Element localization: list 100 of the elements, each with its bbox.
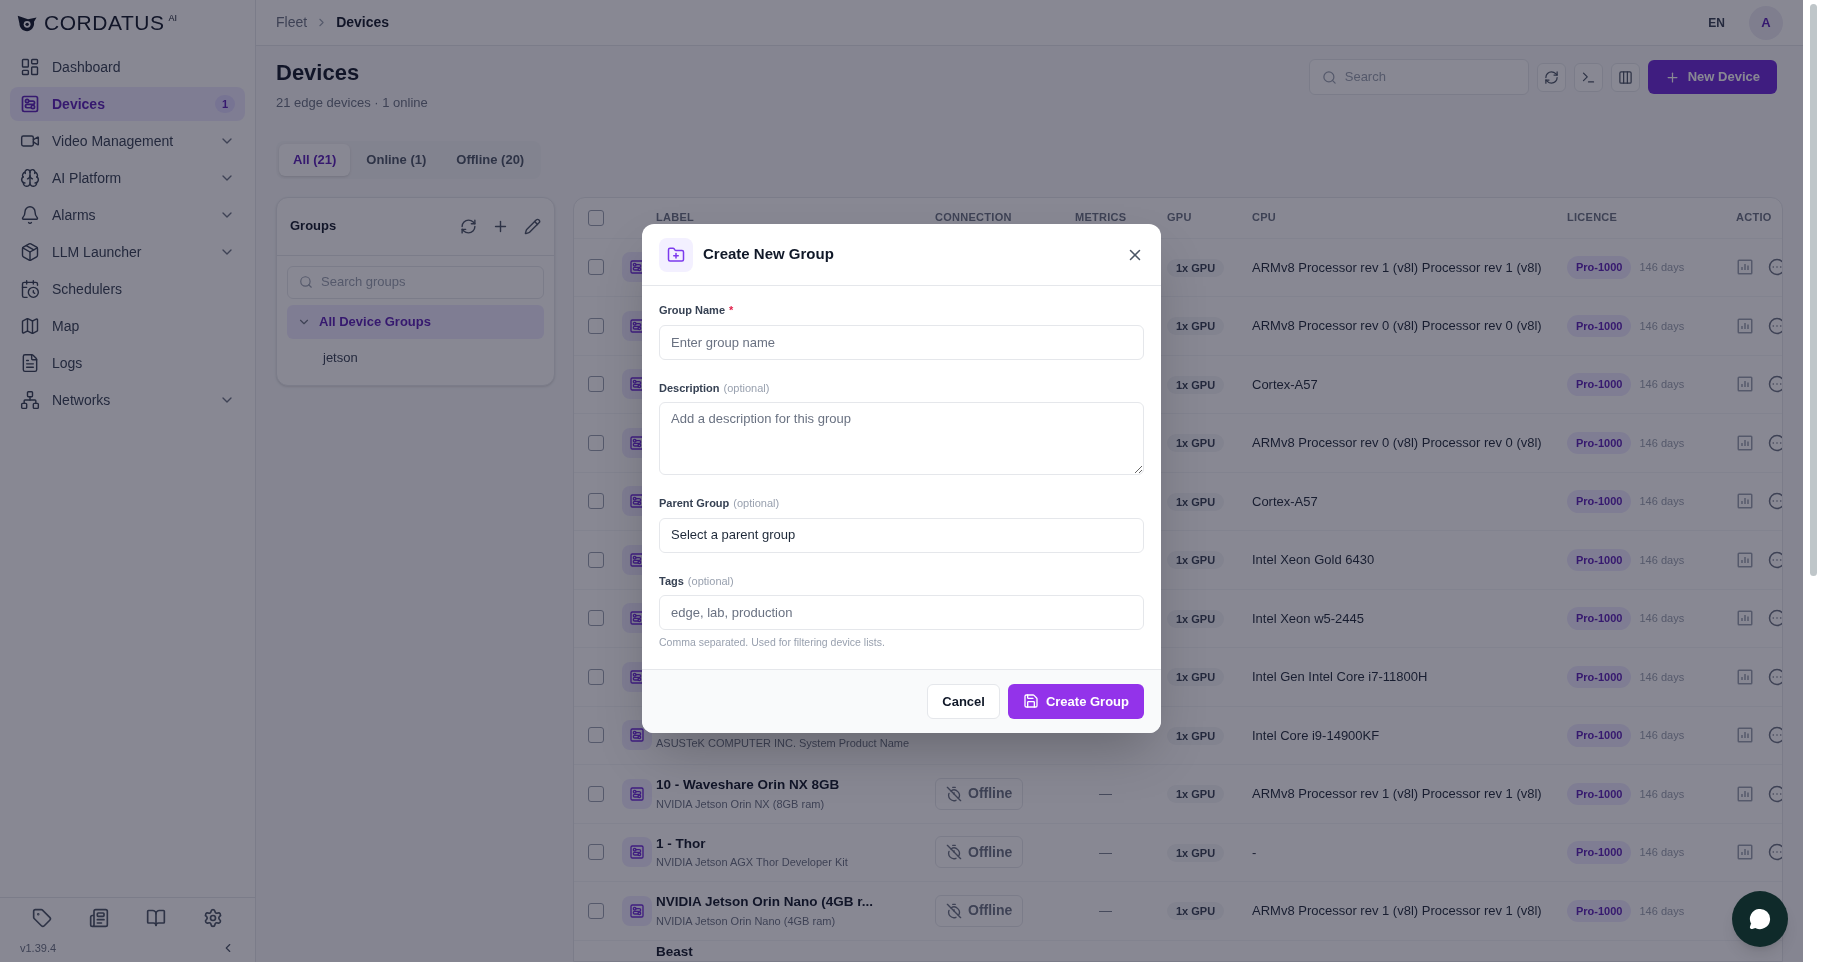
- column-header: CPU: [1252, 210, 1278, 226]
- device-name[interactable]: NVIDIA Jetson Orin Nano (4GB r...: [656, 892, 935, 913]
- row-checkbox[interactable]: [588, 727, 604, 744]
- refresh-icon[interactable]: [460, 217, 477, 235]
- newspaper-icon[interactable]: [89, 907, 110, 928]
- avatar[interactable]: A: [1749, 5, 1783, 40]
- columns-button[interactable]: [1610, 62, 1640, 92]
- licence-badge: Pro-1000: [1567, 373, 1632, 396]
- terminal-button[interactable]: [1573, 62, 1603, 92]
- edit-icon[interactable]: [524, 217, 541, 235]
- sidebar-item[interactable]: LLM Launcher: [10, 235, 245, 269]
- bar-chart-icon[interactable]: [1736, 667, 1754, 686]
- cancel-button[interactable]: Cancel: [927, 683, 1000, 719]
- language-button[interactable]: EN: [1708, 13, 1725, 32]
- bar-chart-icon[interactable]: [1736, 609, 1754, 628]
- more-icon[interactable]: [1768, 726, 1782, 745]
- settings-icon[interactable]: [202, 907, 223, 928]
- cpu-text: Cortex-A57: [1252, 493, 1318, 509]
- sidebar-item[interactable]: Video Management: [10, 124, 245, 158]
- tag-icon[interactable]: [32, 907, 53, 928]
- bar-chart-icon[interactable]: [1736, 550, 1754, 569]
- sidebar-item[interactable]: AI Platform: [10, 161, 245, 195]
- more-icon[interactable]: [1768, 550, 1782, 569]
- gpu-badge: 1x GPU: [1167, 317, 1225, 335]
- field-label: Parent Group: [659, 496, 730, 511]
- create-group-button[interactable]: Create Group: [1007, 683, 1144, 719]
- filter-tab[interactable]: All (21): [279, 143, 351, 176]
- row-checkbox[interactable]: [588, 610, 604, 627]
- device-name[interactable]: 10 - Waveshare Orin NX 8GB: [656, 775, 935, 796]
- more-icon[interactable]: [1768, 433, 1782, 452]
- document-icon: [20, 353, 40, 373]
- book-icon[interactable]: [145, 907, 166, 928]
- row-checkbox[interactable]: [588, 785, 604, 802]
- bell-icon: [20, 205, 40, 225]
- licence-badge: Pro-1000: [1567, 665, 1632, 688]
- more-icon[interactable]: [1768, 609, 1782, 628]
- new-device-button[interactable]: New Device: [1647, 60, 1777, 94]
- bar-chart-icon[interactable]: [1736, 843, 1754, 862]
- licence-badge: Pro-1000: [1567, 724, 1632, 747]
- bar-chart-icon[interactable]: [1736, 726, 1754, 745]
- licence-badge: Pro-1000: [1567, 490, 1632, 513]
- row-checkbox[interactable]: [588, 844, 604, 861]
- bar-chart-icon[interactable]: [1736, 784, 1754, 803]
- row-checkbox[interactable]: [588, 259, 604, 276]
- sidebar-item[interactable]: Alarms: [10, 198, 245, 232]
- calendar-clock-icon: [20, 279, 40, 299]
- more-icon[interactable]: [1768, 667, 1782, 686]
- device-name[interactable]: Beast: [656, 941, 935, 961]
- bar-chart-icon[interactable]: [1736, 492, 1754, 511]
- filter-tab[interactable]: Online (1): [352, 143, 441, 176]
- bar-chart-icon[interactable]: [1736, 433, 1754, 452]
- bar-chart-icon[interactable]: [1736, 375, 1754, 394]
- row-checkbox[interactable]: [588, 376, 604, 393]
- device-icon: [629, 785, 645, 802]
- more-icon[interactable]: [1768, 258, 1782, 277]
- row-checkbox[interactable]: [588, 668, 604, 685]
- select-all-checkbox[interactable]: [588, 209, 604, 226]
- sidebar-item[interactable]: Devices 1: [10, 87, 245, 121]
- description-field[interactable]: Add a description for this group: [659, 402, 1144, 475]
- refresh-button[interactable]: [1536, 62, 1566, 92]
- input-field[interactable]: Enter group name: [659, 324, 1144, 360]
- cpu-text: ARMv8 Processor rev 1 (v8l) Processor rev 1 (v8l): [1252, 903, 1542, 918]
- input-field[interactable]: edge, lab, production: [659, 595, 1144, 630]
- groups-title: Groups: [290, 217, 338, 236]
- metrics-value: —: [1098, 786, 1112, 801]
- bar-chart-icon[interactable]: [1736, 316, 1754, 335]
- gpu-badge: 1x GPU: [1167, 902, 1225, 920]
- sidebar-item[interactable]: Networks: [10, 383, 245, 417]
- more-icon[interactable]: [1768, 784, 1782, 803]
- breadcrumb-link[interactable]: Fleet: [276, 12, 308, 33]
- row-checkbox[interactable]: [588, 551, 604, 568]
- row-checkbox[interactable]: [588, 317, 604, 334]
- group-tree-item[interactable]: jetson: [287, 340, 544, 375]
- filter-tab[interactable]: Offline (20): [442, 143, 539, 176]
- row-checkbox[interactable]: [588, 434, 604, 451]
- more-icon[interactable]: [1768, 375, 1782, 394]
- device-model: NVIDIA Jetson AGX Thor Developer Kit: [656, 855, 849, 871]
- sidebar-item[interactable]: Logs: [10, 346, 245, 380]
- terminal-icon: [1580, 69, 1596, 85]
- sidebar-item[interactable]: Map: [10, 309, 245, 343]
- scrollbar[interactable]: [1810, 4, 1817, 576]
- help-text: Comma separated. Used for filtering device lists.: [659, 635, 886, 650]
- bar-chart-icon[interactable]: [1736, 258, 1754, 277]
- more-icon[interactable]: [1768, 492, 1782, 511]
- row-checkbox[interactable]: [588, 493, 604, 510]
- network-icon: [20, 390, 40, 410]
- row-checkbox[interactable]: [588, 902, 604, 919]
- group-tree-item[interactable]: All Device Groups: [287, 304, 544, 339]
- cpu-text: Intel Xeon w5-2445: [1252, 610, 1365, 626]
- sidebar-item[interactable]: Schedulers: [10, 272, 245, 306]
- cpu-text: Intel Xeon Gold 6430: [1252, 552, 1375, 567]
- sidebar-item[interactable]: Dashboard: [10, 50, 245, 84]
- more-icon[interactable]: [1768, 843, 1782, 862]
- gpu-badge: 1x GPU: [1167, 726, 1225, 745]
- more-icon[interactable]: [1768, 316, 1782, 335]
- select-field[interactable]: Select a parent group: [659, 517, 1144, 553]
- cpu-text: Intel Gen Intel Core i7-11800H: [1252, 669, 1428, 684]
- cpu-text: ARMv8 Processor rev 1 (v8l) Processor rev 1 (v8l): [1252, 786, 1542, 801]
- device-name[interactable]: 1 - Thor: [656, 833, 935, 855]
- connection-status: Offline: [935, 836, 1024, 869]
